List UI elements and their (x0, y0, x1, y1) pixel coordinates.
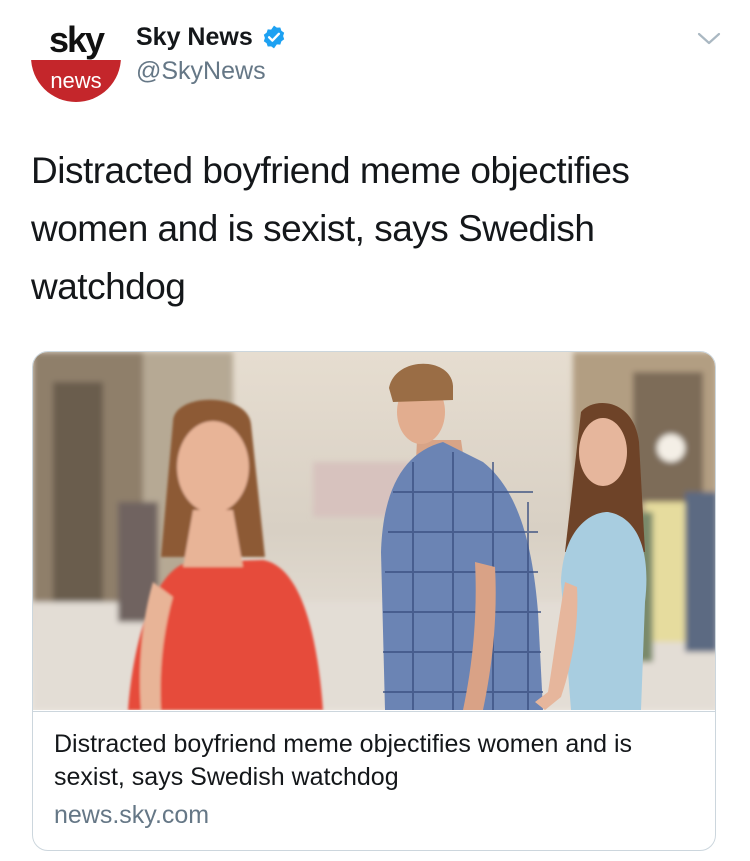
link-card-title[interactable]: Distracted boyfriend meme objectifies wo… (54, 728, 704, 794)
avatar-logo-sky: sky (48, 19, 105, 60)
avatar-logo-news: news (50, 68, 102, 93)
display-name-row[interactable]: Sky News (136, 22, 287, 52)
link-card-domain: news.sky.com (54, 801, 210, 829)
link-card-image[interactable] (33, 352, 716, 710)
tweet-text: Distracted boyfriend meme objectifies wo… (31, 150, 630, 307)
link-card-body[interactable]: Distracted boyfriend meme objectifies wo… (33, 711, 715, 850)
display-name[interactable]: Sky News (136, 22, 253, 52)
avatar[interactable]: sky news (31, 18, 121, 102)
link-card[interactable]: Distracted boyfriend meme objectifies wo… (32, 351, 716, 851)
user-handle[interactable]: @SkyNews (136, 56, 266, 86)
chevron-down-icon[interactable] (696, 28, 722, 48)
verified-badge-icon (263, 25, 284, 49)
